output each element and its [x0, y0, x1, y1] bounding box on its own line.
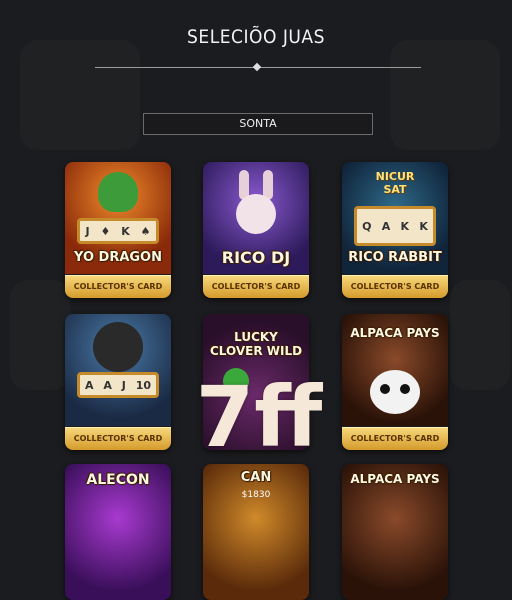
slot-reels: A A J 10 [77, 372, 159, 398]
collector-card-label: COLLECTOR'S CARD [65, 275, 171, 298]
game-subtitle: $1830 [241, 490, 271, 500]
slot-reels: J ♦ K ♠ [77, 218, 159, 244]
game-name: ALECON [86, 472, 150, 488]
game-card-yo-dragon[interactable]: J ♦ K ♠ YO DRAGON COLLECTOR'S CARD [65, 162, 171, 298]
game-card-alpaca-pays[interactable]: ALPACA PAYS COLLECTOR'S CARD [342, 314, 448, 450]
game-card-rico-rabbit[interactable]: NICUR SAT Q A K K RICO RABBIT COLLECTOR'… [342, 162, 448, 298]
slot-reels: Q A K K [354, 206, 436, 246]
collector-card-label: COLLECTOR'S CARD [342, 275, 448, 298]
page-title: SELECIÕO JUAS [187, 26, 325, 48]
rabbit-icon [233, 170, 279, 236]
game-name: ALPACA PAYS [350, 472, 440, 486]
gorilla-icon [93, 322, 143, 372]
game-card-alpaca-pays-2[interactable]: ALPACA PAYS [342, 464, 448, 600]
game-card-rico-dj[interactable]: RICO DJ COLLECTOR'S CARD [203, 162, 309, 298]
game-card-gorilla[interactable]: A A J 10 COLLECTOR'S CARD [65, 314, 171, 450]
game-name: ALPACA PAYS [350, 326, 440, 340]
game-badge: NICUR SAT [375, 170, 415, 196]
overlay-text: 7ff [195, 368, 323, 466]
panda-icon [370, 370, 420, 414]
search-input[interactable]: SONTA [143, 113, 373, 135]
dragon-icon [98, 172, 138, 212]
collector-card-label: COLLECTOR'S CARD [65, 427, 171, 450]
game-name: CAN [240, 470, 272, 485]
collector-card-label: COLLECTOR'S CARD [342, 427, 448, 450]
game-card-can[interactable]: CAN $1830 [203, 464, 309, 600]
game-name: RICO DJ [221, 248, 291, 267]
game-name: YO DRAGON [74, 250, 162, 265]
game-card-alecon[interactable]: ALECON [65, 464, 171, 600]
collector-card-label: COLLECTOR'S CARD [203, 275, 309, 298]
game-name: LUCKY CLOVER WILD [209, 330, 303, 358]
game-name: RICO RABBIT [348, 250, 442, 265]
